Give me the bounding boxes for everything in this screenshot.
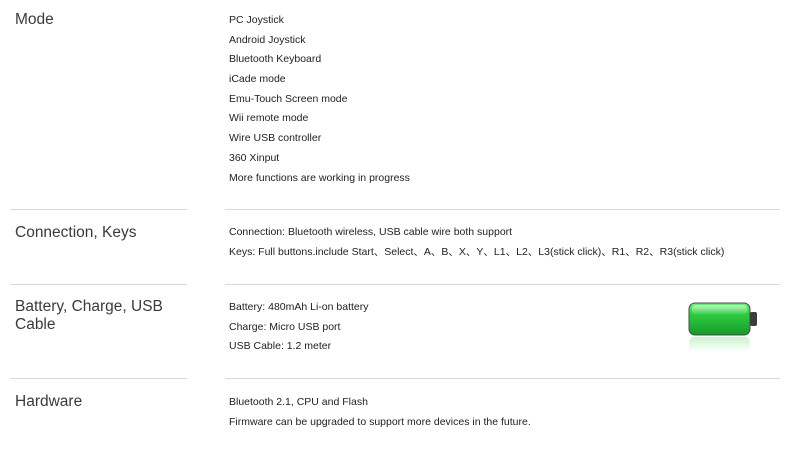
keys-line: Keys: Full buttons.include Start、Select、… bbox=[229, 245, 725, 258]
mode-item: PC Joystick bbox=[229, 14, 284, 26]
section-lines-hardware: Bluetooth 2.1, CPU and Flash Firmware ca… bbox=[229, 393, 789, 432]
battery-full-icon bbox=[688, 302, 757, 352]
section-label-mode: Mode bbox=[15, 11, 54, 28]
section-label-connection-keys: Connection, Keys bbox=[15, 224, 137, 241]
section-divider bbox=[225, 378, 780, 379]
section-divider bbox=[10, 378, 187, 379]
section-divider bbox=[225, 284, 780, 285]
mode-item: Wii remote mode bbox=[229, 112, 309, 125]
section-divider bbox=[225, 209, 780, 210]
section-lines-mode: PC Joystick Android Joystick Bluetooth K… bbox=[229, 11, 789, 188]
mode-item: Bluetooth Keyboard bbox=[229, 53, 322, 66]
section-divider bbox=[10, 284, 187, 285]
firmware-line: Firmware can be upgraded to support more… bbox=[229, 415, 531, 428]
connection-line: Connection: Bluetooth wireless, USB cabl… bbox=[229, 226, 513, 238]
mode-item: Android Joystick bbox=[229, 33, 306, 46]
section-label-battery-charge-usb: Battery, Charge, USB Cable bbox=[15, 298, 163, 333]
mode-item: Emu-Touch Screen mode bbox=[229, 92, 348, 105]
mode-item: 360 Xinput bbox=[229, 151, 280, 164]
section-label-hardware: Hardware bbox=[15, 393, 83, 410]
mode-item: Wire USB controller bbox=[229, 132, 322, 145]
mode-item: More functions are working in progress bbox=[229, 171, 410, 184]
hardware-line: Bluetooth 2.1, CPU and Flash bbox=[229, 396, 368, 408]
section-divider bbox=[10, 209, 187, 210]
section-lines-connection-keys: Connection: Bluetooth wireless, USB cabl… bbox=[229, 223, 789, 262]
mode-item: iCade mode bbox=[229, 73, 286, 86]
